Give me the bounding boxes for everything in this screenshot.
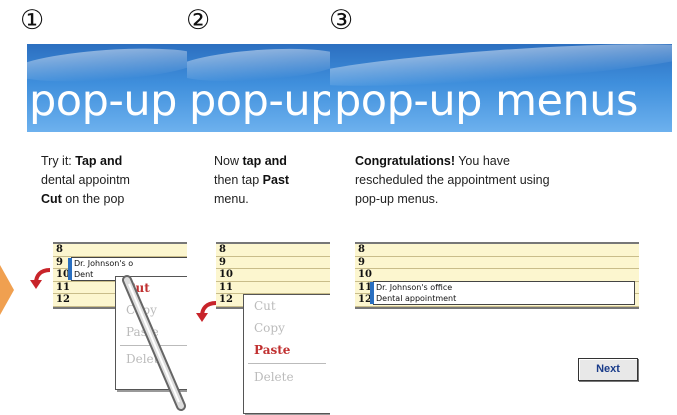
- banner-title: pop-up menus: [334, 76, 638, 126]
- hour-row[interactable]: 9: [355, 257, 639, 269]
- orange-edge-marker: [0, 265, 14, 315]
- curved-arrow-icon: [196, 301, 217, 322]
- step-number-2: ②: [186, 5, 211, 36]
- hour-row[interactable]: 11: [216, 282, 330, 294]
- stylus-icon: [122, 275, 186, 411]
- title-banner: pop-up: [187, 44, 330, 132]
- banner-title: pop-up: [189, 76, 330, 126]
- menu-item-cut[interactable]: Cut: [244, 295, 330, 317]
- hour-row[interactable]: 8: [53, 244, 187, 257]
- tutorial-panel-2: pop-up Now tap and then tap Past menu. 8…: [187, 44, 330, 415]
- title-banner: pop-up menus: [330, 44, 672, 132]
- banner-title: pop-up: [29, 76, 177, 126]
- hour-row[interactable]: 10: [355, 269, 639, 282]
- instruction-text: Now tap and then tap Past menu.: [214, 154, 290, 206]
- step-number-1: ①: [20, 5, 45, 36]
- tutorial-panel-3: pop-up menus Congratulations! You have r…: [330, 44, 672, 415]
- instruction-text: Try it: Tap and dental appointm Cut on t…: [41, 154, 130, 206]
- curved-arrow-icon: [30, 268, 51, 289]
- title-banner: pop-up: [27, 44, 187, 132]
- popup-menu: Cut Copy Paste Delete: [243, 294, 330, 414]
- appointment-item[interactable]: Dr. Johnson's office Dental appointment: [370, 281, 635, 305]
- hour-row[interactable]: 10: [216, 269, 330, 282]
- step-number-3: ③: [329, 5, 354, 36]
- menu-divider: [248, 363, 326, 364]
- instruction-text: Congratulations! You have rescheduled th…: [355, 154, 550, 206]
- menu-item-delete[interactable]: Delete: [244, 366, 330, 388]
- menu-item-copy[interactable]: Copy: [244, 317, 330, 339]
- hour-row[interactable]: 8: [355, 244, 639, 257]
- hour-row[interactable]: 8: [216, 244, 330, 257]
- menu-item-paste[interactable]: Paste: [244, 339, 330, 361]
- tutorial-panel-1: pop-up Try it: Tap and dental appointm C…: [27, 44, 187, 415]
- hour-row[interactable]: 9: [216, 257, 330, 269]
- calendar-day-view: 8 9 10 11 12 Dr. Johnson's office Dental…: [355, 242, 639, 309]
- next-button[interactable]: Next: [578, 358, 638, 381]
